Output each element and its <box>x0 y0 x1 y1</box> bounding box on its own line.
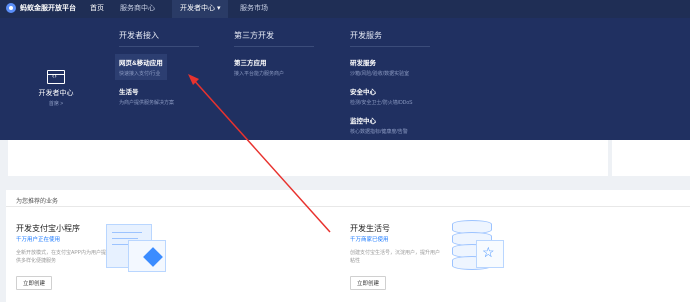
annotation-arrow <box>188 74 331 233</box>
